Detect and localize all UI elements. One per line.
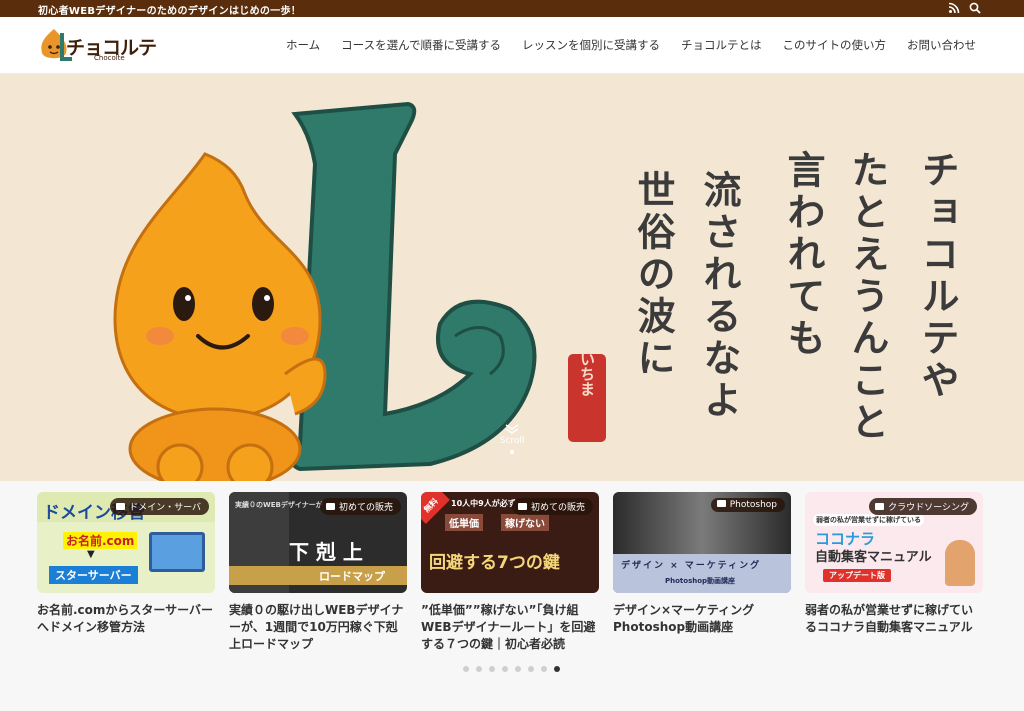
top-bar: 初心者WEBデザイナーのためのデザインはじめの一歩！	[0, 0, 1024, 17]
thumb-text: Photoshop動画講座	[665, 577, 736, 585]
site-tagline: 初心者WEBデザイナーのためのデザインはじめの一歩！	[38, 6, 302, 17]
thumb-text: 自動集客マニュアル	[815, 550, 932, 565]
thumb-text: 10人中9人が必ず	[451, 499, 516, 508]
search-icon[interactable]	[969, 2, 981, 14]
update-badge: アップデート版	[823, 569, 891, 582]
category-badge: 初めての販売	[511, 498, 593, 515]
carousel-dot[interactable]	[476, 666, 482, 672]
category-badge: 初めての販売	[319, 498, 401, 515]
post-card[interactable]: デザイン × マーケティング Photoshop動画講座 Photoshop デ…	[613, 492, 791, 636]
post-thumbnail[interactable]: 弱者の私が営業せずに稼げている ココナラ 自動集客マニュアル アップデート版 ク…	[805, 492, 983, 593]
post-title[interactable]: ”低単価””稼げない”「負け組WEBデザイナールート」を回避する７つの鍵｜初心者…	[421, 602, 599, 653]
category-badge: クラウドソーシング	[869, 498, 977, 515]
thumb-text: お名前.com	[63, 532, 138, 549]
post-card[interactable]: ドメイン移管 お名前.com ▼ スターサーバー ドメイン・サーバ お名前.co…	[37, 492, 215, 636]
thumb-text: 低単価	[445, 514, 483, 531]
post-thumbnail[interactable]: ドメイン移管 お名前.com ▼ スターサーバー ドメイン・サーバ	[37, 492, 215, 593]
poem-line-1: チョコルテや	[915, 150, 960, 402]
folder-icon	[517, 503, 527, 510]
thumb-text: 稼げない	[501, 514, 549, 531]
carousel-dot[interactable]	[554, 666, 560, 672]
post-thumbnail[interactable]: 無料 10人中9人が必ず 低単価 稼げない 回避する7つの鍵 初めての販売	[421, 492, 599, 593]
post-title[interactable]: 弱者の私が営業せずに稼げているココナラ自動集客マニュアル	[805, 602, 983, 636]
carousel-dot[interactable]	[463, 666, 469, 672]
folder-icon	[325, 503, 335, 510]
thumb-text: 下 剋 上	[289, 540, 363, 564]
nav-home[interactable]: ホーム	[286, 37, 320, 53]
site-logo[interactable]: チョコルテ Chocolte	[36, 27, 157, 63]
nav-lesson[interactable]: レッスンを個別に受講する	[522, 37, 660, 53]
poem-line-5: 世俗の波に	[631, 170, 676, 380]
carousel-dot[interactable]	[515, 666, 521, 672]
thumb-text: 実績０のWEBデザイナーが	[235, 501, 323, 509]
carousel-dot[interactable]	[541, 666, 547, 672]
arrow-down-icon: ▼	[87, 549, 95, 560]
nav-contact[interactable]: お問い合わせ	[907, 37, 976, 53]
post-card[interactable]: 無料 10人中9人が必ず 低単価 稼げない 回避する7つの鍵 初めての販売 ”低…	[421, 492, 599, 653]
post-carousel: ドメイン移管 お名前.com ▼ スターサーバー ドメイン・サーバ お名前.co…	[37, 492, 989, 652]
scroll-dot	[510, 450, 514, 454]
hero-banner: いちま チョコルテや たとえうんこと 言われても 流されるなよ 世俗の波に Sc…	[0, 74, 1024, 481]
post-card[interactable]: 実績０のWEBデザイナーが 下 剋 上 ロードマップ 初めての販売 実績０の駆け…	[229, 492, 407, 653]
post-card[interactable]: 弱者の私が営業せずに稼げている ココナラ 自動集客マニュアル アップデート版 ク…	[805, 492, 983, 636]
post-title[interactable]: デザイン×マーケティングPhotoshop動画講座	[613, 602, 791, 636]
carousel-dot[interactable]	[528, 666, 534, 672]
scroll-indicator[interactable]: Scroll	[492, 424, 532, 454]
main-nav: ホーム コースを選んで順番に受講する レッスンを個別に受講する チョコルテとは …	[265, 37, 976, 53]
carousel-dot[interactable]	[502, 666, 508, 672]
logo-subtext: Chocolte	[94, 54, 125, 62]
thumb-text: スターサーバー	[49, 566, 138, 584]
thumb-text: 弱者の私が営業せずに稼げている	[813, 514, 924, 526]
thumb-text: デザイン × マーケティング	[621, 561, 762, 571]
poem-line-3: 言われても	[781, 150, 826, 360]
folder-icon	[716, 500, 726, 507]
thumb-text: ロードマップ	[319, 570, 385, 583]
nav-course[interactable]: コースを選んで順番に受講する	[341, 37, 501, 53]
post-thumbnail[interactable]: 実績０のWEBデザイナーが 下 剋 上 ロードマップ 初めての販売	[229, 492, 407, 593]
category-badge: Photoshop	[710, 498, 785, 512]
thumb-text: 回避する7つの鍵	[429, 553, 560, 573]
monitor-icon	[149, 532, 205, 572]
folder-icon	[116, 503, 126, 510]
seal-text: いちま	[578, 352, 596, 397]
post-title[interactable]: お名前.comからスターサーバーへドメイン移管方法	[37, 602, 215, 636]
folder-icon	[875, 503, 885, 510]
mascot-eye-right	[252, 287, 274, 321]
nav-about[interactable]: チョコルテとは	[681, 37, 762, 53]
post-thumbnail[interactable]: デザイン × マーケティング Photoshop動画講座 Photoshop	[613, 492, 791, 593]
mascot-eye-left	[173, 287, 195, 321]
rss-icon[interactable]	[948, 2, 960, 14]
nav-howto[interactable]: このサイトの使い方	[783, 37, 887, 53]
person-illustration	[945, 540, 975, 586]
category-badge: ドメイン・サーバ	[110, 498, 209, 515]
scroll-label: Scroll	[499, 436, 525, 446]
site-header: チョコルテ Chocolte ホーム コースを選んで順番に受講する レッスンを個…	[0, 17, 1024, 74]
carousel-pagination	[463, 666, 560, 672]
post-title[interactable]: 実績０の駆け出しWEBデザイナーが、1週間で10万円稼ぐ下剋上ロードマップ	[229, 602, 407, 653]
poem-line-2: たとえうんこと	[845, 150, 890, 444]
chevron-down-icon	[505, 424, 519, 434]
carousel-dot[interactable]	[489, 666, 495, 672]
letter-l-shape	[290, 101, 537, 472]
poem-line-4: 流されるなよ	[697, 170, 742, 422]
